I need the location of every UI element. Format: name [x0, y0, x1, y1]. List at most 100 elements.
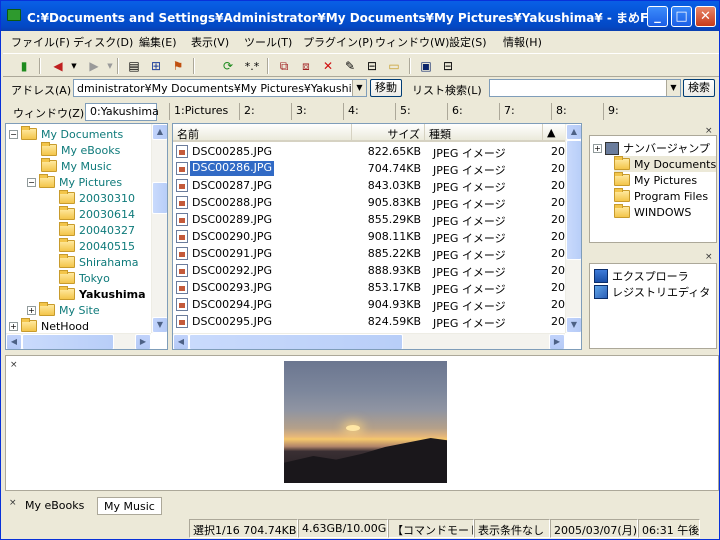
list-search-input[interactable]: ▼: [489, 79, 681, 97]
close-icon[interactable]: ×: [10, 360, 18, 370]
filter-icon[interactable]: ⚑: [169, 57, 187, 75]
close-icon[interactable]: ×: [9, 498, 17, 508]
tree-horizontal-scrollbar[interactable]: ◀ ▶: [6, 333, 151, 349]
column-size[interactable]: サイズ: [352, 124, 425, 142]
scroll-left-icon[interactable]: ◀: [6, 334, 22, 349]
file-row[interactable]: DSC00295.JPG 824.59KB JPEG イメージ 20: [173, 313, 567, 330]
folder-tree[interactable]: − My Documents My eBooks My Music − My Pic…: [5, 123, 168, 350]
expand-icon[interactable]: +: [593, 143, 602, 153]
jump-item-number-jump[interactable]: + ナンバージャンプ: [593, 140, 710, 156]
file-row[interactable]: DSC00294.JPG 904.93KB JPEG イメージ 20: [173, 296, 567, 313]
tab-6[interactable]: 6:: [447, 103, 499, 120]
maximize-button[interactable]: □: [671, 6, 692, 27]
attribute-icon[interactable]: ⊟: [363, 57, 381, 75]
copy-icon[interactable]: ⧉: [275, 57, 293, 75]
scroll-left-icon[interactable]: ◀: [173, 334, 189, 349]
scroll-up-icon[interactable]: ▲: [152, 124, 167, 140]
tab-3[interactable]: 3:: [291, 103, 343, 120]
tree-item-my-site[interactable]: + My Site: [27, 302, 100, 318]
file-row[interactable]: DSC00289.JPG 855.29KB JPEG イメージ 20: [173, 211, 567, 228]
file-row[interactable]: DSC00288.JPG 905.83KB JPEG イメージ 20: [173, 194, 567, 211]
split-view-icon[interactable]: ⊟: [439, 57, 457, 75]
tab-9[interactable]: 9:: [603, 103, 655, 120]
tool-explorer[interactable]: エクスプローラ: [594, 268, 689, 284]
sort-icon[interactable]: ⊞: [147, 57, 165, 75]
address-dropdown-icon[interactable]: ▼: [352, 80, 366, 96]
tree-item-my-music[interactable]: My Music: [41, 158, 112, 174]
file-row[interactable]: DSC00287.JPG 843.03KB JPEG イメージ 20: [173, 177, 567, 194]
expand-icon[interactable]: +: [9, 321, 18, 331]
tree-item-20030310[interactable]: 20030310: [59, 190, 135, 206]
back-dropdown-icon[interactable]: ▼: [65, 57, 83, 75]
file-row[interactable]: DSC00291.JPG 885.22KB JPEG イメージ 20: [173, 245, 567, 262]
search-button[interactable]: 検索: [683, 79, 715, 97]
file-row[interactable]: DSC00293.JPG 853.17KB JPEG イメージ 20: [173, 279, 567, 296]
title-bar[interactable]: C:¥Documents and Settings¥Administrator¥…: [1, 1, 719, 31]
tree-item-20030614[interactable]: 20030614: [59, 206, 135, 222]
tree-item-20040327[interactable]: 20040327: [59, 222, 135, 238]
scroll-right-icon[interactable]: ▶: [135, 334, 151, 349]
filelist-horizontal-scrollbar[interactable]: ◀ ▶: [173, 333, 565, 349]
tab-5[interactable]: 5:: [395, 103, 447, 120]
tab-4[interactable]: 4:: [343, 103, 395, 120]
collapse-icon[interactable]: −: [27, 177, 36, 187]
scroll-thumb[interactable]: [152, 182, 167, 214]
new-folder-icon[interactable]: ▭: [385, 57, 403, 75]
tab-1[interactable]: 1:Pictures: [169, 103, 239, 120]
menu-file[interactable]: ファイル(F): [11, 34, 70, 50]
tab-7[interactable]: 7:: [499, 103, 551, 120]
collapse-icon[interactable]: −: [9, 129, 18, 139]
scroll-right-icon[interactable]: ▶: [549, 334, 565, 349]
file-list[interactable]: 名前 サイズ 種類 ▲ DSC00285.JPG 822.65KB JPEG イメー…: [172, 123, 582, 350]
menu-disk[interactable]: ディスク(D): [73, 34, 133, 50]
console-icon[interactable]: ▣: [417, 57, 435, 75]
bottom-tab-my-ebooks[interactable]: My eBooks: [19, 497, 90, 515]
jump-item-my-documents[interactable]: My Documents: [614, 156, 717, 172]
scroll-up-icon[interactable]: ▲: [566, 124, 581, 140]
move-icon[interactable]: ⧈: [297, 57, 315, 75]
scroll-down-icon[interactable]: ▼: [152, 317, 167, 333]
delete-icon[interactable]: ✕: [319, 57, 337, 75]
menu-edit[interactable]: 編集(E): [139, 34, 177, 50]
jump-item-my-pictures[interactable]: My Pictures: [614, 172, 697, 188]
tab-2[interactable]: 2:: [239, 103, 291, 120]
scroll-thumb[interactable]: [566, 140, 581, 260]
menu-tools[interactable]: ツール(T): [244, 34, 292, 50]
menu-view[interactable]: 表示(V): [191, 34, 229, 50]
column-date[interactable]: ▲: [543, 124, 567, 142]
jump-item-windows[interactable]: WINDOWS: [614, 204, 691, 220]
file-row[interactable]: DSC00290.JPG 908.11KB JPEG イメージ 20: [173, 228, 567, 245]
jump-list[interactable]: + ナンバージャンプ My Documents My Pictures Progr…: [589, 135, 717, 243]
file-row[interactable]: DSC00286.JPG 704.74KB JPEG イメージ 20: [173, 160, 567, 177]
rename-icon[interactable]: ✎: [341, 57, 359, 75]
menu-settings[interactable]: 設定(S): [449, 34, 487, 50]
tools-list[interactable]: エクスプローラ レジストリエディタ: [589, 263, 717, 349]
list-search-dropdown-icon[interactable]: ▼: [666, 80, 680, 96]
menu-info[interactable]: 情報(H): [503, 34, 542, 50]
tree-item-yakushima[interactable]: Yakushima: [59, 286, 146, 302]
file-row[interactable]: DSC00292.JPG 888.93KB JPEG イメージ 20: [173, 262, 567, 279]
refresh-icon[interactable]: ⟳: [219, 57, 237, 75]
tree-item-20040515[interactable]: 20040515: [59, 238, 135, 254]
menu-plugin[interactable]: プラグイン(P): [303, 34, 373, 50]
tree-item-tokyo[interactable]: Tokyo: [59, 270, 110, 286]
tool-regedit[interactable]: レジストリエディタ: [594, 284, 710, 300]
tab-0[interactable]: 0:Yakushima: [85, 103, 159, 121]
exit-icon[interactable]: ▮: [15, 57, 33, 75]
tree-item-shirahama[interactable]: Shirahama: [59, 254, 138, 270]
scroll-down-icon[interactable]: ▼: [566, 317, 581, 333]
close-button[interactable]: ✕: [695, 6, 716, 27]
file-row[interactable]: DSC00285.JPG 822.65KB JPEG イメージ 20: [173, 143, 567, 160]
column-name[interactable]: 名前: [173, 124, 352, 142]
tree-item-nethood[interactable]: + NetHood: [9, 318, 89, 334]
wildcard-button[interactable]: *.*: [241, 57, 263, 75]
close-icon[interactable]: ×: [705, 252, 713, 262]
go-button[interactable]: 移動: [370, 79, 402, 97]
scroll-thumb[interactable]: [22, 334, 114, 349]
menu-window[interactable]: ウィンドウ(W): [375, 34, 449, 50]
jump-item-program-files[interactable]: Program Files: [614, 188, 708, 204]
minimize-button[interactable]: _: [647, 6, 668, 27]
tab-8[interactable]: 8:: [551, 103, 603, 120]
address-input[interactable]: dministrator¥My Documents¥My Pictures¥Ya…: [73, 79, 367, 97]
scroll-thumb[interactable]: [189, 334, 403, 349]
